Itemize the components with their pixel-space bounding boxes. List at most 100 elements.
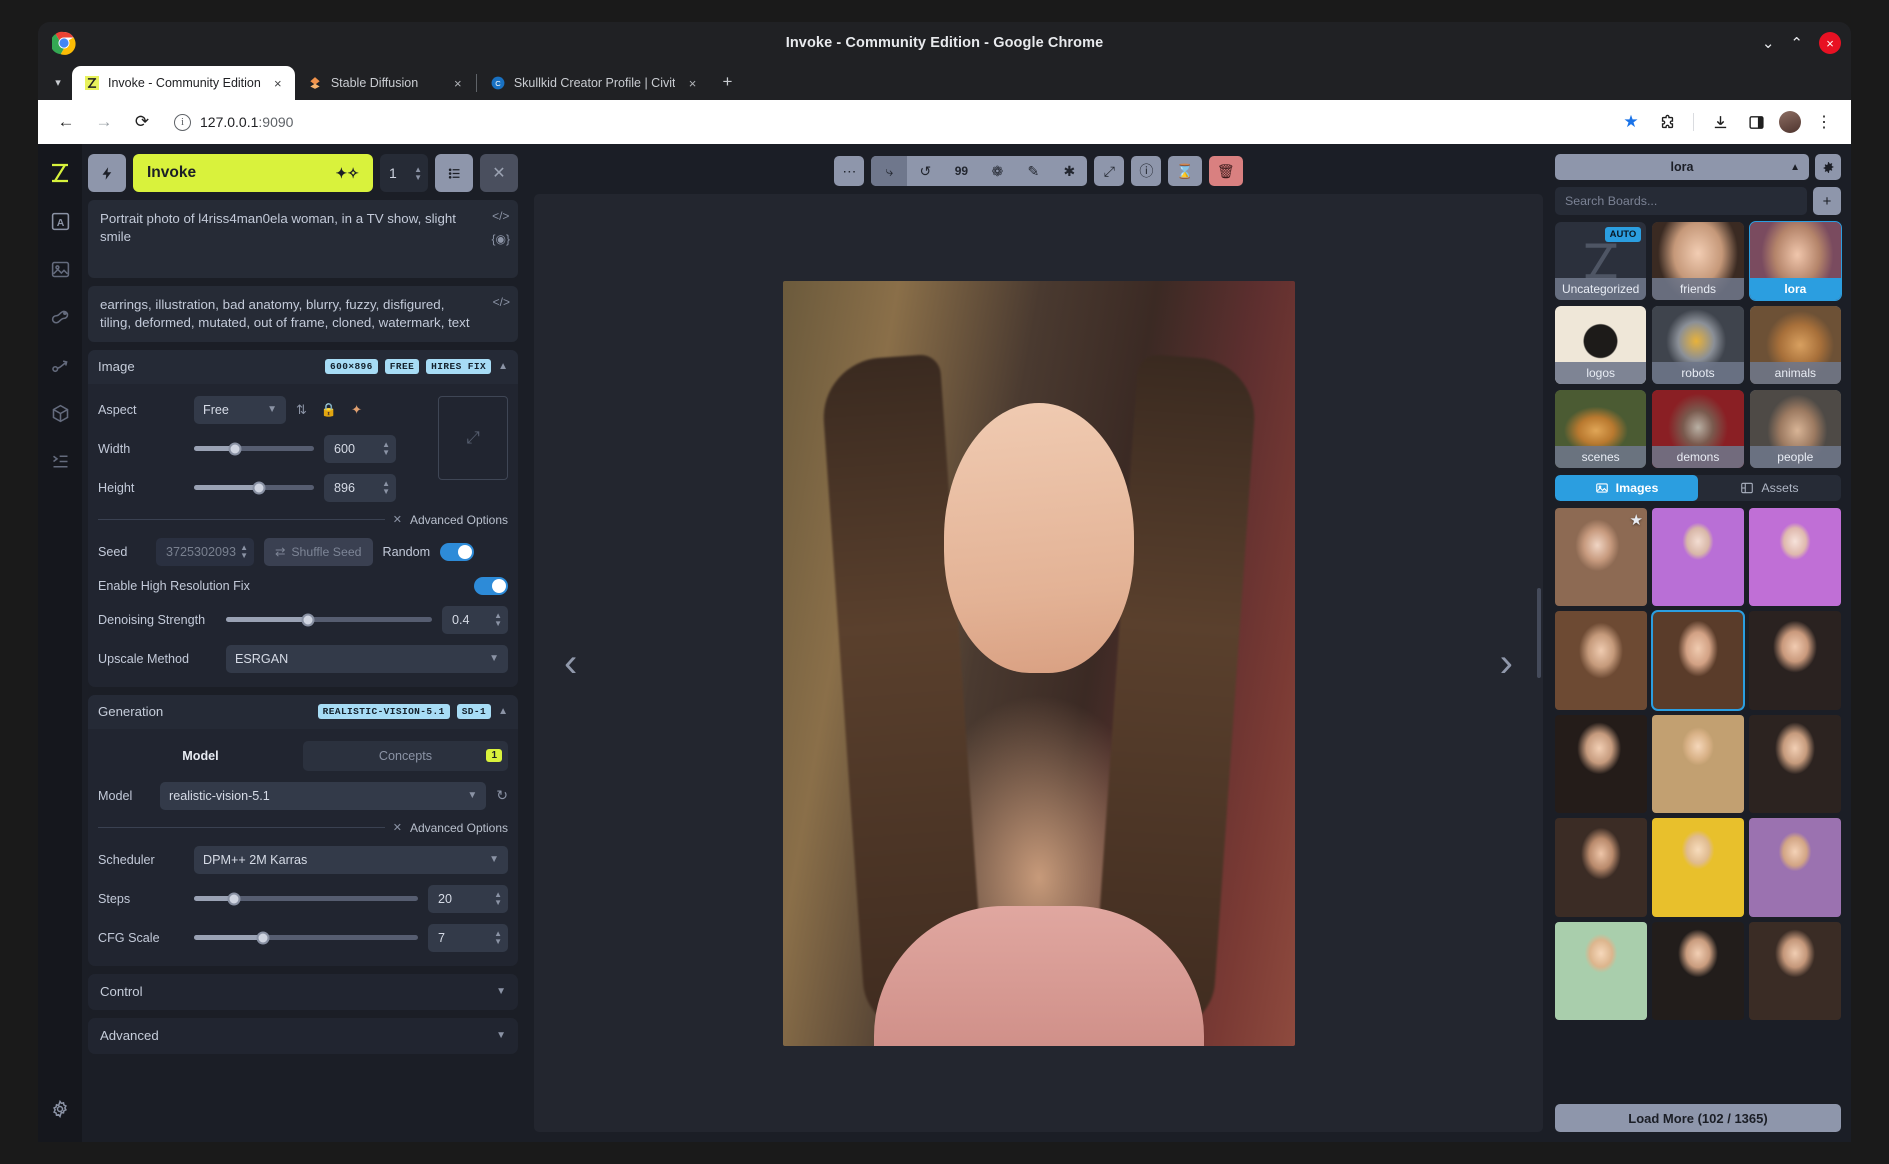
address-bar[interactable]: i 127.0.0.1:9090 bbox=[166, 113, 1608, 131]
gallery-thumb-3[interactable] bbox=[1555, 611, 1647, 710]
board-people[interactable]: people bbox=[1749, 390, 1841, 468]
advanced-panel-header[interactable]: Advanced ▼ bbox=[88, 1017, 518, 1054]
browser-tab-stable-diffusion[interactable]: Stable Diffusion × bbox=[295, 66, 475, 100]
aspect-select[interactable]: Free ▼ bbox=[194, 395, 286, 424]
tab-concepts[interactable]: Concepts 1 bbox=[303, 740, 508, 771]
forward-button[interactable]: → bbox=[90, 108, 118, 136]
gallery-thumb-14[interactable] bbox=[1749, 921, 1841, 1021]
hires-fix-toggle[interactable] bbox=[474, 576, 508, 595]
image-panel-header[interactable]: Image 600×896 FREE HIRES FIX ▲ bbox=[88, 349, 518, 384]
cfg-input[interactable]: 7 ▲ ▼ bbox=[428, 923, 508, 952]
board-uncategorized[interactable]: AUTO Uncategorized bbox=[1555, 222, 1647, 300]
gallery-thumb-2[interactable] bbox=[1749, 508, 1841, 607]
cfg-slider[interactable] bbox=[194, 931, 418, 945]
chevron-up-icon[interactable]: ▲ bbox=[498, 706, 508, 717]
denoise-slider[interactable] bbox=[226, 613, 432, 627]
gallery-thumb-4[interactable] bbox=[1651, 610, 1745, 711]
delete-image-icon[interactable]: 🗑 bbox=[1208, 156, 1243, 186]
upscale-icon[interactable]: ⤢ bbox=[1094, 156, 1125, 186]
use-initial-image-icon[interactable]: ❁ bbox=[979, 156, 1015, 186]
sidebar-item-model-manager[interactable] bbox=[47, 400, 73, 426]
sidebar-item-nodes[interactable] bbox=[47, 352, 73, 378]
profile-avatar[interactable] bbox=[1779, 111, 1801, 133]
generation-panel-header[interactable]: Generation REALISTIC-VISION-5.1 SD-1 ▲ bbox=[88, 694, 518, 729]
gallery-settings-gear-icon[interactable] bbox=[1815, 154, 1841, 180]
height-slider[interactable] bbox=[194, 481, 314, 495]
queue-list-icon-button[interactable] bbox=[435, 154, 473, 192]
iterations-stepper[interactable]: 1 ▲ ▼ bbox=[380, 154, 428, 192]
stepper-arrows-icon[interactable]: ▲ ▼ bbox=[382, 441, 390, 457]
side-panel-icon[interactable] bbox=[1743, 109, 1769, 135]
scheduler-select[interactable]: DPM++ 2M Karras ▼ bbox=[194, 845, 508, 874]
seed-input[interactable]: 3725302093 ▲ ▼ bbox=[156, 537, 254, 566]
invoke-button[interactable]: Invoke ✦✧ bbox=[133, 154, 373, 192]
tab-assets[interactable]: Assets bbox=[1698, 475, 1841, 501]
new-tab-button[interactable]: + bbox=[713, 68, 741, 96]
tab-model[interactable]: Model bbox=[98, 741, 303, 771]
gallery-thumb-7[interactable] bbox=[1652, 714, 1744, 814]
window-maximize-button[interactable]: ⌃ bbox=[1790, 36, 1803, 51]
gallery-thumb-8[interactable] bbox=[1749, 714, 1841, 814]
tab-close-icon[interactable]: × bbox=[683, 76, 701, 91]
more-options-icon[interactable]: ⋯ bbox=[834, 156, 865, 186]
lock-aspect-icon[interactable]: 🔒 bbox=[321, 402, 337, 418]
image-advanced-options-row[interactable]: ✕ Advanced Options bbox=[98, 513, 508, 527]
settings-gear-icon[interactable] bbox=[47, 1096, 73, 1122]
back-button[interactable]: ← bbox=[52, 108, 80, 136]
board-friends[interactable]: friends bbox=[1652, 222, 1744, 300]
negative-prompt-input[interactable]: earrings, illustration, bad anatomy, blu… bbox=[88, 286, 518, 342]
gallery-thumb-10[interactable] bbox=[1652, 818, 1744, 917]
bookmark-star-icon[interactable]: ★ bbox=[1618, 109, 1644, 135]
tab-close-icon[interactable]: × bbox=[269, 76, 287, 91]
stepper-arrows-icon[interactable]: ▲ ▼ bbox=[494, 891, 502, 907]
use-all-icon[interactable]: ✱ bbox=[1051, 156, 1087, 186]
add-board-button[interactable]: + bbox=[1813, 187, 1841, 215]
sidebar-item-unified-canvas[interactable] bbox=[47, 304, 73, 330]
chevron-up-icon[interactable]: ▲ bbox=[498, 361, 508, 372]
stepper-arrows-icon[interactable]: ▲ ▼ bbox=[414, 165, 422, 181]
tab-images[interactable]: Images bbox=[1555, 475, 1698, 501]
downloads-icon[interactable] bbox=[1707, 109, 1733, 135]
positive-prompt-input[interactable]: Portrait photo of l4riss4man0ela woman, … bbox=[88, 200, 518, 278]
board-scenes[interactable]: scenes bbox=[1555, 390, 1647, 468]
board-robots[interactable]: robots bbox=[1652, 306, 1744, 384]
hourglass-icon[interactable]: ⌛ bbox=[1168, 156, 1202, 186]
gallery-thumb-11[interactable] bbox=[1749, 818, 1841, 917]
stepper-arrows-icon[interactable]: ▲ ▼ bbox=[240, 544, 248, 560]
denoise-input[interactable]: 0.4 ▲ ▼ bbox=[442, 605, 508, 634]
gallery-thumb-12[interactable] bbox=[1555, 921, 1647, 1021]
height-input[interactable]: 896 ▲ ▼ bbox=[324, 473, 396, 502]
steps-slider[interactable] bbox=[194, 892, 418, 906]
current-image[interactable] bbox=[782, 280, 1295, 1046]
lightning-icon-button[interactable] bbox=[88, 154, 126, 192]
board-demons[interactable]: demons bbox=[1652, 390, 1744, 468]
browser-tab-civitai[interactable]: C Skullkid Creator Profile | Civit × bbox=[478, 66, 710, 100]
code-icon[interactable]: </> bbox=[492, 208, 509, 224]
tab-search-chevron-down-icon[interactable]: ▾ bbox=[44, 67, 72, 97]
use-seed-icon[interactable]: ↺ bbox=[907, 156, 943, 186]
generation-advanced-options-row[interactable]: ✕ Advanced Options bbox=[98, 821, 508, 835]
random-seed-toggle[interactable] bbox=[440, 542, 475, 561]
stepper-arrows-icon[interactable]: ▲ ▼ bbox=[382, 480, 390, 496]
window-close-button[interactable]: × bbox=[1819, 32, 1841, 54]
gallery-thumb-1[interactable] bbox=[1652, 508, 1744, 607]
upscale-method-select[interactable]: ESRGAN ▼ bbox=[226, 644, 508, 673]
shuffle-seed-button[interactable]: ⇄ Shuffle Seed bbox=[264, 537, 373, 566]
site-info-icon[interactable]: i bbox=[174, 113, 191, 131]
auto-size-icon[interactable]: ✦ bbox=[351, 402, 362, 418]
gallery-thumb-13[interactable] bbox=[1652, 921, 1744, 1021]
send-to-canvas-icon[interactable]: ✎ bbox=[1015, 156, 1051, 186]
sidebar-item-text-to-image[interactable]: A bbox=[47, 208, 73, 234]
metadata-info-icon[interactable]: ⓘ bbox=[1131, 156, 1162, 186]
board-select[interactable]: lora ▲ bbox=[1555, 154, 1809, 180]
image-viewer[interactable]: ‹ › bbox=[534, 194, 1543, 1132]
search-boards-input[interactable]: Search Boards... bbox=[1555, 187, 1807, 215]
stepper-arrows-icon[interactable]: ▲ ▼ bbox=[494, 612, 502, 628]
canvas-scrollbar[interactable] bbox=[1537, 587, 1541, 678]
width-slider[interactable] bbox=[194, 442, 314, 456]
gallery-thumb-9[interactable] bbox=[1555, 818, 1647, 917]
cancel-button[interactable]: ✕ bbox=[480, 154, 518, 192]
width-input[interactable]: 600 ▲ ▼ bbox=[324, 434, 396, 463]
model-select[interactable]: realistic-vision-5.1 ▼ bbox=[160, 781, 487, 810]
gallery-thumb-0[interactable]: ★ bbox=[1555, 508, 1647, 607]
